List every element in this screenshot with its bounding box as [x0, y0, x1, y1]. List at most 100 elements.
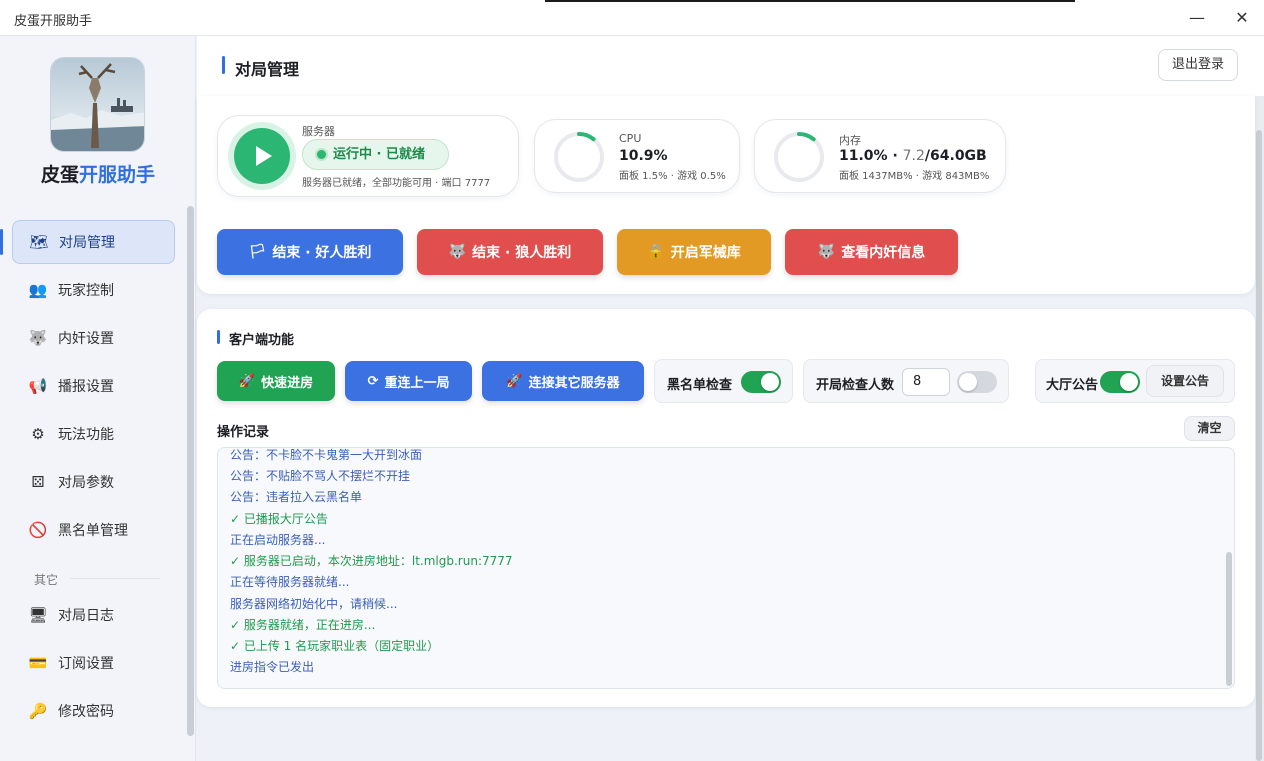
view-traitor-info-button[interactable]: 🐺 查看内奸信息 [785, 229, 958, 275]
sidebar-item-match-params[interactable]: ⚄ 对局参数 [12, 460, 175, 504]
log-line: 服务器网络初始化中，请稍候... [230, 597, 398, 611]
sidebar-item-gameplay[interactable]: ⚙ 玩法功能 [12, 412, 175, 456]
end-wolf-win-button[interactable]: 🐺 结束 · 狼人胜利 [417, 229, 603, 275]
sidebar-scrollbar[interactable] [187, 206, 194, 736]
sidebar-item-label: 对局管理 [59, 235, 115, 251]
key-icon: 🔑 [28, 702, 48, 720]
log-line: 公告：不贴脸不骂人不摆烂不开挂 [230, 469, 411, 483]
toggle-knob [761, 373, 779, 391]
play-icon [256, 146, 272, 166]
open-armory-button[interactable]: 🔒 开启军械库 [617, 229, 771, 275]
page-title: 对局管理 [235, 60, 300, 79]
blacklist-check-label: 黑名单检查 [667, 378, 733, 393]
gear-icon: ⚙ [31, 425, 45, 443]
brand-suffix: 开服助手 [79, 164, 156, 186]
set-notice-button[interactable]: 设置公告 [1146, 365, 1224, 397]
log-line: 正在启动服务器... [230, 533, 326, 547]
sidebar-item-label: 播报设置 [58, 379, 114, 395]
connect-other-server-button[interactable]: 🚀 连接其它服务器 [482, 361, 644, 401]
log-line: ✓ 已上传 1 名玩家职业表（固定职业） [230, 639, 440, 653]
operation-log-label: 操作记录 [217, 425, 270, 440]
app-logo [50, 57, 145, 152]
start-server-button[interactable] [234, 128, 290, 184]
status-dot-icon [317, 150, 326, 159]
button-label: 重连上一局 [384, 375, 450, 391]
button-label: 开启军械库 [670, 245, 741, 261]
log-line: ✓ 服务器就绪，正在进房... [230, 618, 376, 632]
sidebar-item-player-control[interactable]: 👥 玩家控制 [12, 268, 175, 312]
sidebar-item-blacklist[interactable]: 🚫 黑名单管理 [12, 508, 175, 552]
lock-icon: 🔒 [647, 244, 665, 260]
nav-active-indicator [0, 229, 3, 255]
end-good-win-button[interactable]: 🏳 结束 · 好人胜利 [217, 229, 403, 275]
client-section-title: 客户端功能 [229, 333, 295, 348]
sidebar-section-other: 其它 [34, 573, 59, 587]
page-header: 对局管理 退出登录 [197, 36, 1264, 96]
sidebar: 皮蛋开服助手 🗺 对局管理 👥 玩家控制 🐺 内奸设置 📢 播报设置 ⚙ 玩法功… [0, 36, 196, 761]
blacklist-check-toggle[interactable] [741, 371, 781, 393]
sidebar-item-match-log[interactable]: 🖥 对局日志 [12, 593, 175, 637]
sidebar-item-label: 对局日志 [58, 608, 114, 624]
minimize-button[interactable]: — [1182, 6, 1212, 30]
button-label: 连接其它服务器 [528, 375, 620, 391]
start-check-count-input[interactable]: 8 [902, 368, 950, 396]
log-line: ✓ 已播报大厅公告 [230, 512, 328, 526]
memory-used: 7.2 [902, 148, 925, 164]
cpu-detail: 面板 1.5% · 游戏 0.5% [619, 171, 726, 182]
window-title: 皮蛋开服助手 [14, 14, 93, 29]
map-icon: 🗺 [29, 233, 49, 251]
reconnect-button[interactable]: ⟳ 重连上一局 [345, 361, 472, 401]
close-button[interactable]: ✕ [1227, 6, 1257, 30]
lobby-notice-toggle[interactable] [1100, 371, 1140, 393]
sidebar-item-change-password[interactable]: 🔑 修改密码 [12, 689, 175, 733]
log-line: 进房指令已发出 [230, 660, 315, 674]
logout-button[interactable]: 退出登录 [1158, 49, 1238, 81]
server-detail: 服务器已就绪，全部功能可用 · 端口 7777 [302, 178, 491, 189]
dice-icon: ⚄ [31, 473, 45, 491]
lobby-notice-group: 大厅公告 设置公告 [1035, 359, 1235, 403]
sidebar-item-traitor-settings[interactable]: 🐺 内奸设置 [12, 316, 175, 360]
sidebar-item-label: 玩法功能 [58, 427, 114, 443]
server-status-badge: 运行中 · 已就绪 [302, 139, 449, 170]
rocket-icon: 🚀 [238, 373, 256, 389]
quick-join-button[interactable]: 🚀 快速进房 [217, 361, 335, 401]
sidebar-item-label: 订阅设置 [58, 656, 114, 672]
clear-log-button[interactable]: 清空 [1184, 416, 1235, 441]
toggle-knob [959, 373, 977, 391]
megaphone-icon: 📢 [28, 377, 48, 395]
server-status-text: 运行中 · 已就绪 [333, 147, 425, 162]
sidebar-item-label: 玩家控制 [58, 283, 114, 299]
wolf-icon: 🐺 [817, 244, 836, 260]
sidebar-divider [70, 578, 160, 579]
sidebar-item-subscription[interactable]: 💳 订阅设置 [12, 641, 175, 685]
lobby-notice-label: 大厅公告 [1046, 378, 1099, 393]
cpu-label: CPU [619, 132, 642, 145]
sidebar-item-broadcast-settings[interactable]: 📢 播报设置 [12, 364, 175, 408]
button-label: 快速进房 [261, 375, 314, 391]
flag-icon: 🏳 [248, 244, 267, 260]
operation-log[interactable]: 公告：不卡脸不卡鬼第一大开到冰面 公告：不贴脸不骂人不摆烂不开挂 公告：违者拉入… [217, 447, 1235, 689]
main-scrollbar[interactable] [1256, 130, 1262, 761]
sidebar-item-label: 对局参数 [58, 475, 114, 491]
button-label: 结束 · 狼人胜利 [472, 245, 572, 261]
blacklist-check-group: 黑名单检查 [654, 359, 793, 403]
memory-usage-ring [774, 132, 824, 182]
server-panel: 服务器 运行中 · 已就绪 服务器已就绪，全部功能可用 · 端口 7777 CP… [197, 96, 1255, 294]
log-line: 公告：不卡脸不卡鬼第一大开到冰面 [230, 448, 423, 462]
log-scrollbar[interactable] [1226, 552, 1232, 686]
rocket-icon: 🚀 [506, 373, 523, 389]
sidebar-item-label: 修改密码 [58, 704, 114, 720]
button-label: 查看内奸信息 [841, 245, 926, 261]
start-check-toggle[interactable] [957, 371, 997, 393]
monitor-icon: 🖥 [28, 606, 48, 624]
sidebar-item-label: 黑名单管理 [58, 523, 128, 539]
titlebar-decoration [545, 0, 1075, 2]
sidebar-item-match-management[interactable]: 🗺 对局管理 [12, 220, 175, 264]
ban-icon: 🚫 [28, 521, 48, 539]
memory-card: 内存 11.0% · 7.2/64.0GB 面板 1437MB% · 游戏 84… [754, 119, 1006, 193]
log-line: ✓ 服务器已启动，本次进房地址：lt.mlgb.run:7777 [230, 554, 513, 568]
window-titlebar: 皮蛋开服助手 — ✕ [0, 0, 1264, 36]
users-icon: 👥 [28, 281, 48, 299]
refresh-icon: ⟳ [367, 373, 379, 389]
memory-total: /64.0GB [924, 148, 987, 164]
